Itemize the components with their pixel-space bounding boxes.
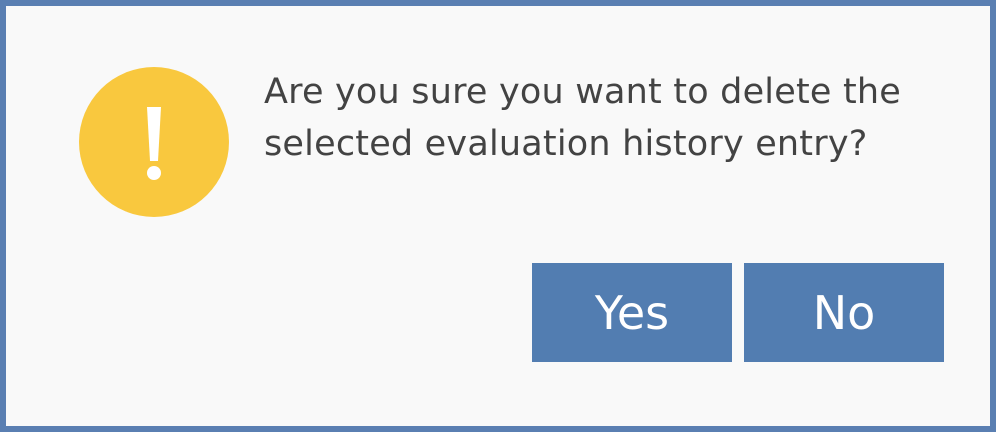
- yes-button-label: Yes: [594, 285, 670, 340]
- no-button[interactable]: No: [744, 263, 944, 362]
- no-button-label: No: [812, 285, 876, 340]
- yes-button[interactable]: Yes: [532, 263, 732, 362]
- exclamation-warning-icon: [79, 67, 229, 217]
- dialog-message: Are you sure you want to delete the sele…: [264, 72, 901, 164]
- confirm-delete-dialog: Are you sure you want to delete the sele…: [0, 0, 996, 432]
